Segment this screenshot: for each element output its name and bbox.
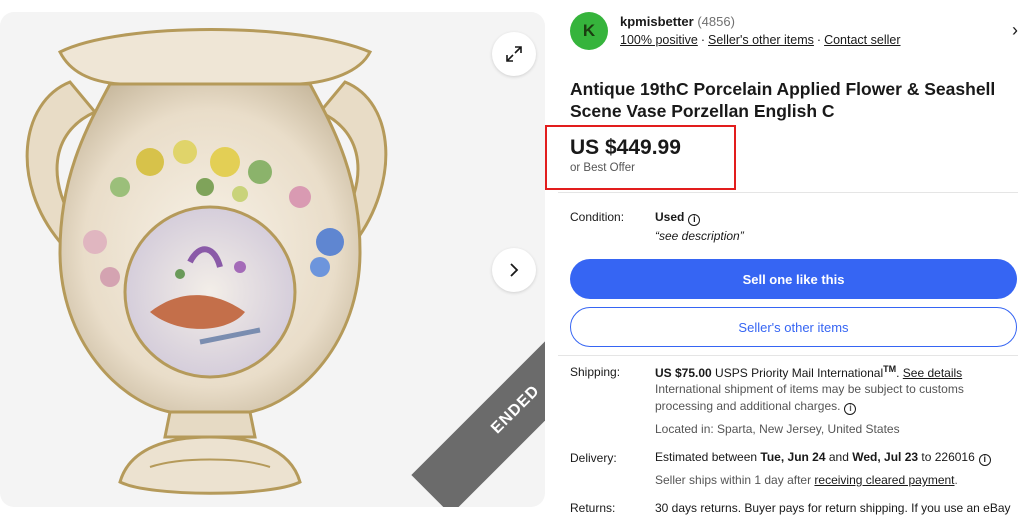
see-details-link[interactable]: See details xyxy=(903,366,962,380)
delivery-date-start: Tue, Jun 24 xyxy=(760,450,826,464)
next-image-button[interactable] xyxy=(492,248,536,292)
positive-feedback-link[interactable]: 100% positive xyxy=(620,33,698,47)
chevron-right-icon xyxy=(510,263,519,277)
cleared-payment-link[interactable]: receiving cleared payment xyxy=(814,473,954,487)
sellers-other-items-button[interactable]: Seller's other items xyxy=(570,307,1017,347)
seller-feedback-count: (4856) xyxy=(697,14,735,29)
ships-within-note: Seller ships within 1 day after receivin… xyxy=(655,473,958,487)
listing-title: Antique 19thC Porcelain Applied Flower &… xyxy=(570,79,996,121)
expand-icon xyxy=(506,46,522,62)
info-icon[interactable]: i xyxy=(844,402,857,415)
price: US $449.99 xyxy=(570,136,681,159)
shipping-label: Shipping: xyxy=(570,365,621,379)
delivery-label: Delivery: xyxy=(570,451,617,465)
seller-name-row: kpmisbetter (4856) xyxy=(620,14,735,29)
shipping-note-line1: International shipment of items may be s… xyxy=(655,382,964,396)
info-icon[interactable]: i xyxy=(688,213,701,226)
delivery-estimate: Estimated between Tue, Jun 24 and Wed, J… xyxy=(655,450,991,466)
expand-button[interactable] xyxy=(492,32,536,76)
seller-card: K kpmisbetter (4856) 100% positive · Selle… xyxy=(570,12,1018,54)
returns-label: Returns: xyxy=(570,501,616,515)
seller-links: 100% positive · Seller's other items · Conta… xyxy=(620,33,901,47)
contact-seller-link[interactable]: Contact seller xyxy=(824,33,900,47)
item-location: Located in: Sparta, New Jersey, United S… xyxy=(655,422,900,436)
image-gallery[interactable]: ENDED xyxy=(0,12,545,507)
shipping-note-line2: processing and additional charges. xyxy=(655,399,841,413)
divider xyxy=(558,355,1018,356)
seller-other-items-link[interactable]: Seller's other items xyxy=(708,33,814,47)
condition-description: “see description” xyxy=(655,229,744,243)
condition-label: Condition: xyxy=(570,210,625,224)
shipping-summary: US $75.00 USPS Priority Mail Internation… xyxy=(655,364,963,380)
sell-one-like-this-button[interactable]: Sell one like this xyxy=(570,259,1017,299)
condition-value-row: Used i xyxy=(655,210,701,226)
shipping-price: US $75.00 xyxy=(655,366,712,380)
divider xyxy=(558,192,1018,193)
delivery-date-end: Wed, Jul 23 xyxy=(852,450,919,464)
shipping-service: USPS Priority Mail International xyxy=(711,366,884,380)
info-icon[interactable]: i xyxy=(978,453,991,466)
best-offer-label: or Best Offer xyxy=(570,162,635,174)
seller-name[interactable]: kpmisbetter xyxy=(620,14,694,29)
shipping-note-line2-row: processing and additional charges. i xyxy=(655,399,857,415)
condition-value: Used xyxy=(655,210,685,224)
returns-policy: 30 days returns. Buyer pays for return s… xyxy=(655,501,1011,515)
trademark: TM xyxy=(883,364,897,374)
seller-avatar[interactable]: K xyxy=(570,12,608,50)
chevron-right-icon[interactable]: › xyxy=(1012,20,1018,41)
